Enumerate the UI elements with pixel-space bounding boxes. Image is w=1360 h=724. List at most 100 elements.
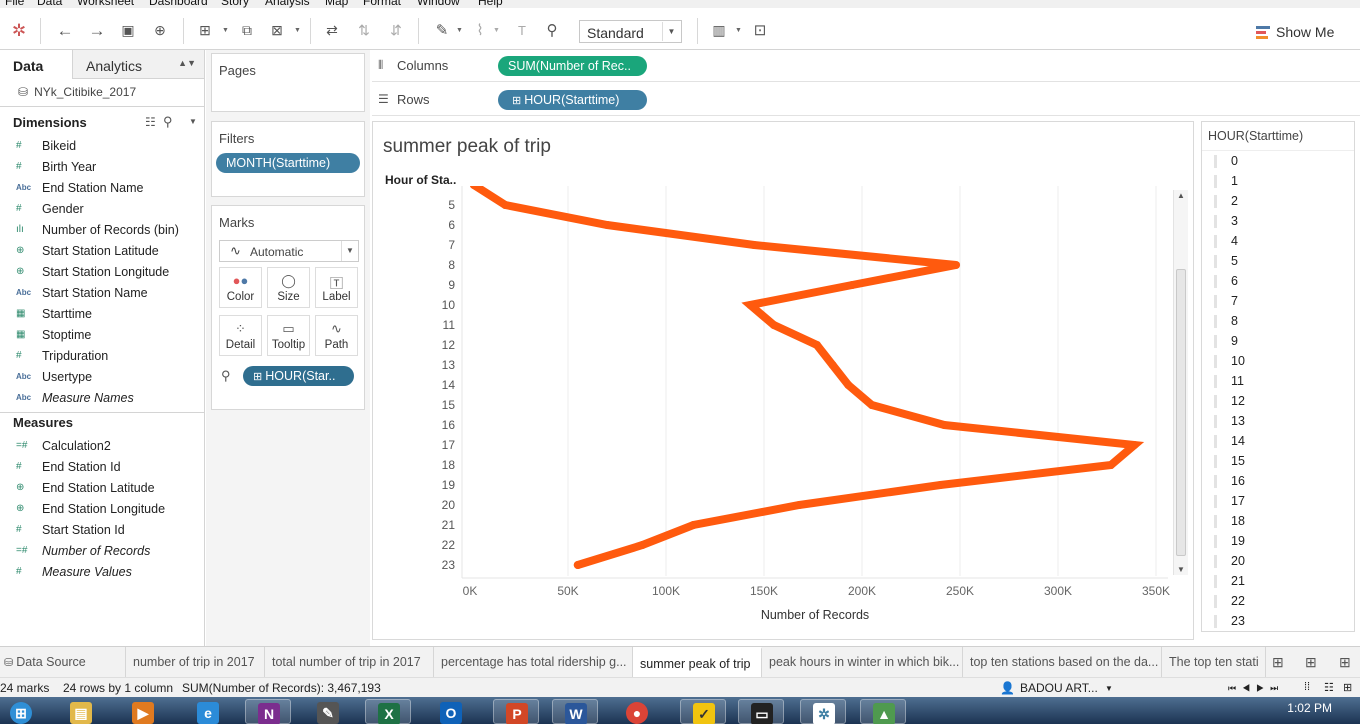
sheet-tab[interactable]: total number of trip in 2017: [265, 647, 434, 678]
data-point[interactable]: [940, 421, 949, 429]
legend-item[interactable]: 12: [1214, 391, 1245, 411]
onenote-icon[interactable]: N: [245, 699, 291, 724]
legend-item[interactable]: 0: [1214, 151, 1238, 171]
terminal-icon[interactable]: ▭: [738, 699, 784, 724]
photos-icon[interactable]: ▲: [860, 699, 906, 724]
legend-swatch: [1214, 174, 1217, 188]
legend-swatch: [1214, 194, 1217, 208]
legend-item[interactable]: 5: [1214, 251, 1238, 271]
data-point[interactable]: [470, 181, 478, 189]
chrome-icon[interactable]: ●: [614, 699, 660, 724]
powerpoint-icon[interactable]: P: [493, 699, 539, 724]
legend-label: 1: [1231, 174, 1238, 188]
legend-item[interactable]: 9: [1214, 331, 1238, 351]
legend-swatch: [1214, 494, 1217, 508]
y-tick-label: 13: [442, 358, 456, 372]
data-point[interactable]: [603, 221, 612, 229]
data-point[interactable]: [828, 361, 837, 369]
new-worksheet-tab-icon[interactable]: ⊞: [1272, 654, 1284, 671]
word-icon[interactable]: W: [552, 699, 598, 724]
sheet-tab[interactable]: percentage has total ridership g...: [434, 647, 633, 678]
status-sum: SUM(Number of Records): 3,467,193: [182, 681, 381, 695]
outlook-icon[interactable]: O: [428, 699, 474, 724]
legend-item[interactable]: 7: [1214, 291, 1238, 311]
legend-title: HOUR(Starttime): [1208, 129, 1304, 143]
explorer-icon[interactable]: ▤: [58, 699, 104, 724]
data-point[interactable]: [746, 301, 755, 309]
legend-item[interactable]: 21: [1214, 571, 1245, 591]
sheet-tab[interactable]: The top ten stati: [1162, 647, 1266, 678]
legend-item[interactable]: 13: [1214, 411, 1245, 431]
y-tick-label: 12: [442, 338, 456, 352]
legend-item[interactable]: 19: [1214, 531, 1245, 551]
list-view-icon[interactable]: ☷: [1324, 681, 1334, 694]
data-point[interactable]: [573, 561, 582, 569]
data-point[interactable]: [689, 521, 698, 529]
data-point[interactable]: [812, 341, 821, 349]
data-point[interactable]: [795, 501, 804, 509]
legend-label: 10: [1231, 354, 1245, 368]
sheet-tab[interactable]: peak hours in winter in which bik...: [762, 647, 963, 678]
legend-swatch: [1214, 594, 1217, 608]
data-point[interactable]: [848, 281, 857, 289]
norton-icon[interactable]: ✓: [680, 699, 726, 724]
legend-item[interactable]: 8: [1214, 311, 1238, 331]
data-point[interactable]: [750, 241, 759, 249]
legend-item[interactable]: 15: [1214, 451, 1245, 471]
legend-item[interactable]: 1: [1214, 171, 1238, 191]
sheet-tab[interactable]: top ten stations based on the da...: [963, 647, 1162, 678]
media-player-icon[interactable]: ▶: [120, 699, 166, 724]
legend-item[interactable]: 3: [1214, 211, 1238, 231]
data-point[interactable]: [844, 381, 853, 389]
scrollbar-thumb[interactable]: [1176, 269, 1186, 556]
start-button[interactable]: ⊞: [0, 699, 50, 724]
data-point[interactable]: [638, 541, 647, 549]
data-point[interactable]: [1130, 441, 1139, 449]
series-line: [470, 186, 1145, 569]
legend-item[interactable]: 23: [1214, 611, 1245, 631]
view-scrollbar[interactable]: ▲ ▼: [1173, 190, 1188, 575]
legend-swatch: [1214, 314, 1217, 328]
new-dashboard-tab-icon[interactable]: ⊞: [1305, 654, 1317, 671]
scroll-up-icon[interactable]: ▲: [1177, 191, 1185, 200]
legend-item[interactable]: 2: [1214, 191, 1238, 211]
legend-item[interactable]: 18: [1214, 511, 1245, 531]
y-tick-label: 10: [442, 298, 456, 312]
legend-item[interactable]: 11: [1214, 371, 1244, 391]
legend-item[interactable]: 14: [1214, 431, 1245, 451]
legend-item[interactable]: 22: [1214, 591, 1245, 611]
legend-item[interactable]: 6: [1214, 271, 1238, 291]
sheet-tab[interactable]: summer peak of trip: [633, 647, 762, 678]
status-user[interactable]: BADOU ART...: [1020, 681, 1098, 695]
legend-item[interactable]: 16: [1214, 471, 1245, 491]
internet-explorer-icon[interactable]: e: [185, 699, 231, 724]
chevron-down-icon[interactable]: ▼: [1105, 684, 1113, 693]
legend-item[interactable]: 10: [1214, 351, 1245, 371]
excel-icon[interactable]: X: [365, 699, 411, 724]
legend-item[interactable]: 4: [1214, 231, 1238, 251]
scroll-down-icon[interactable]: ▼: [1177, 565, 1185, 574]
grid-view-icon[interactable]: ⊞: [1343, 681, 1352, 694]
legend-label: 18: [1231, 514, 1245, 528]
legend-swatch: [1214, 214, 1217, 228]
legend-swatch: [1214, 394, 1217, 408]
sheet-tab[interactable]: number of trip in 2017: [126, 647, 265, 678]
data-point[interactable]: [936, 481, 945, 489]
legend-swatch: [1214, 254, 1217, 268]
legend-swatch: [1214, 614, 1217, 628]
new-story-tab-icon[interactable]: ⊞: [1339, 654, 1351, 671]
data-point[interactable]: [952, 261, 961, 269]
legend-item[interactable]: 17: [1214, 491, 1245, 511]
legend-item[interactable]: 20: [1214, 551, 1245, 571]
legend-label: 7: [1231, 294, 1238, 308]
data-point[interactable]: [867, 401, 876, 409]
data-point[interactable]: [1106, 461, 1115, 469]
pen-app-icon[interactable]: ✎: [305, 699, 351, 724]
tableau-taskbar-icon[interactable]: ✲: [800, 699, 846, 724]
datasource-tab[interactable]: ⛁ Data Source: [0, 647, 126, 678]
legend-swatch: [1214, 534, 1217, 548]
data-point[interactable]: [501, 201, 510, 209]
filmstrip-view-icon[interactable]: ⁞⁞: [1304, 681, 1310, 693]
data-point[interactable]: [769, 321, 778, 329]
tab-navigation-icon[interactable]: ⏮◀▶⏭: [1228, 683, 1284, 694]
